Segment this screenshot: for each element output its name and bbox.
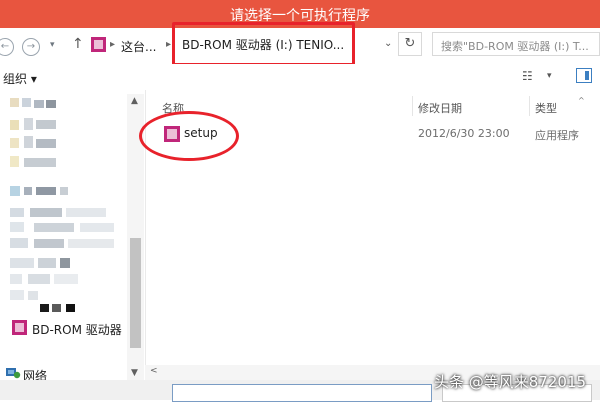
blurred-item: [24, 136, 33, 148]
back-button[interactable]: ←: [0, 38, 14, 56]
scroll-left-icon[interactable]: <: [150, 366, 158, 376]
file-modified: 2012/6/30 23:00: [418, 127, 510, 140]
annotation-highlight-circle: [139, 111, 239, 161]
refresh-icon[interactable]: ↻: [398, 32, 422, 56]
blurred-item: [66, 304, 75, 312]
search-input[interactable]: 搜索"BD-ROM 驱动器 (I:) T...: [432, 32, 600, 56]
blurred-item: [24, 118, 33, 130]
blurred-item: [10, 186, 20, 196]
blurred-item: [28, 274, 50, 284]
blurred-item: [66, 208, 106, 217]
blurred-item: [10, 290, 24, 300]
sort-arrow-icon: ^: [578, 96, 585, 105]
blurred-item: [10, 258, 34, 268]
recent-locations-chevron-icon[interactable]: ▾: [50, 40, 55, 50]
sidebar-item-label: BD-ROM 驱动器: [32, 323, 122, 337]
blurred-item: [60, 258, 70, 268]
blurred-item: [80, 223, 114, 232]
up-arrow-icon[interactable]: ↑: [72, 36, 84, 52]
address-dropdown-icon[interactable]: ⌄: [384, 38, 392, 49]
watermark: 头条 @等风来872015: [434, 373, 587, 391]
blurred-item: [10, 222, 24, 232]
scroll-up-icon[interactable]: ▲: [131, 96, 138, 106]
scrollbar-thumb[interactable]: [130, 238, 141, 348]
column-header-type[interactable]: 类型: [535, 100, 557, 116]
blurred-item: [10, 156, 19, 167]
breadcrumb-this-pc[interactable]: 这台...: [121, 38, 156, 55]
blurred-item: [60, 187, 68, 195]
blurred-item: [40, 304, 49, 312]
file-name-input[interactable]: [172, 384, 432, 402]
organize-menu-button[interactable]: 组织 ▾: [3, 70, 37, 87]
breadcrumb-separator-icon: ▸: [110, 39, 116, 50]
blurred-item: [10, 238, 28, 248]
blurred-item: [38, 258, 56, 268]
blurred-item: [34, 239, 64, 248]
network-icon: [6, 368, 21, 379]
scroll-down-icon[interactable]: ▼: [131, 368, 138, 378]
blurred-item: [10, 274, 22, 284]
blurred-item: [10, 98, 19, 107]
file-type: 应用程序: [535, 129, 579, 142]
blurred-item: [46, 100, 56, 108]
view-list-icon[interactable]: ☷: [522, 69, 533, 83]
blurred-item: [52, 304, 61, 312]
blurred-item: [54, 274, 78, 284]
column-divider[interactable]: [412, 96, 413, 116]
blurred-item: [36, 187, 56, 195]
blurred-item: [34, 223, 74, 232]
blurred-item: [10, 208, 24, 217]
disc-drive-icon: [91, 37, 106, 52]
blurred-item: [22, 98, 31, 107]
blurred-item: [36, 139, 56, 148]
blurred-item: [10, 138, 19, 148]
blurred-item: [30, 208, 62, 217]
blurred-item: [28, 291, 38, 300]
forward-button[interactable]: →: [22, 38, 40, 56]
column-header-modified[interactable]: 修改日期: [418, 100, 462, 116]
breadcrumb-current-drive[interactable]: BD-ROM 驱动器 (I:) TENIO...: [182, 36, 344, 53]
breadcrumb-separator-icon: ▸: [166, 39, 172, 50]
blurred-item: [24, 158, 56, 167]
blurred-item: [34, 100, 44, 108]
view-options-chevron-icon[interactable]: ▾: [547, 71, 552, 81]
command-toolbar: 组织 ▾ ☷ ▾: [0, 64, 600, 90]
disc-drive-icon: [12, 320, 27, 335]
blurred-item: [24, 187, 32, 195]
column-divider[interactable]: [529, 96, 530, 116]
blurred-item: [10, 120, 19, 130]
blurred-item: [36, 120, 56, 129]
blurred-item: [68, 239, 114, 248]
preview-pane-icon[interactable]: [576, 68, 592, 83]
